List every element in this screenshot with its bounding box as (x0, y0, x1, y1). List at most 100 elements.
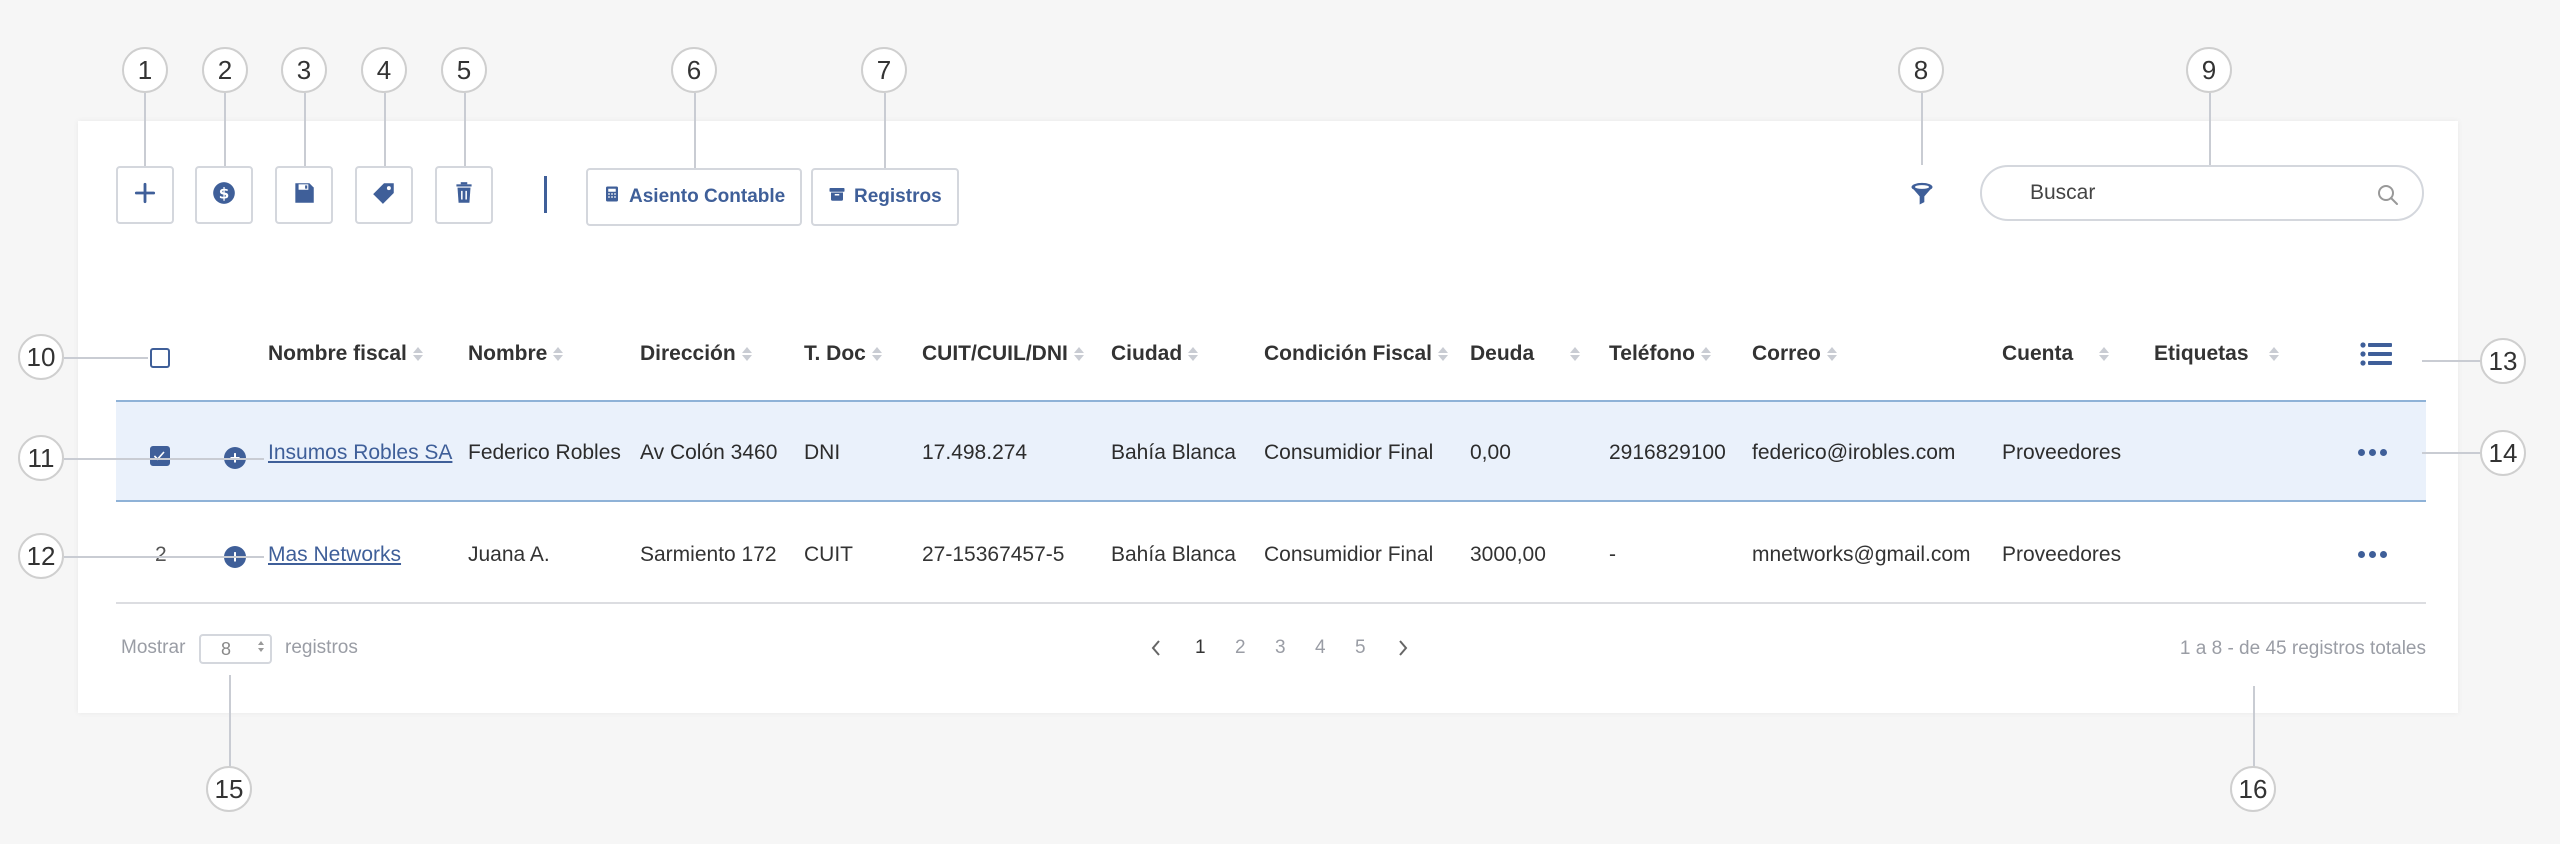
save-button[interactable] (275, 166, 333, 224)
callout-9: 9 (2186, 47, 2232, 93)
cell-nombre-fiscal[interactable]: Mas Networks (268, 543, 401, 567)
row-divider (116, 602, 2426, 604)
cell-direccion: Sarmiento 172 (640, 543, 777, 566)
callout-10: 10 (18, 334, 64, 380)
column-header-nombre-fiscal[interactable]: Nombre fiscal (268, 342, 423, 366)
sort-icon (1073, 347, 1084, 361)
cell-cuit: 27-15367457-5 (922, 543, 1065, 566)
cell-correo: federico@irobles.com (1752, 441, 1956, 464)
column-header-condicion-fiscal[interactable]: Condición Fiscal (1264, 342, 1449, 366)
sort-icon (1700, 347, 1711, 361)
sort-icon (553, 347, 564, 361)
delete-button[interactable] (435, 166, 493, 224)
asiento-contable-label: Asiento Contable (629, 186, 786, 207)
column-header-tdoc[interactable]: T. Doc (804, 342, 882, 366)
dollar-circle-icon: $ (211, 180, 237, 211)
prev-page-icon[interactable] (1150, 639, 1162, 662)
payment-button[interactable]: $ (195, 166, 253, 224)
sort-icon (1570, 347, 1581, 361)
search-box[interactable] (1980, 165, 2424, 221)
page-5[interactable]: 5 (1355, 637, 1366, 659)
cell-cuenta: Proveedores (2002, 543, 2122, 566)
column-header-ciudad[interactable]: Ciudad (1111, 342, 1199, 366)
cell-correo: mnetworks@gmail.com (1752, 543, 1971, 566)
page-size-stepper[interactable]: 8 (199, 634, 272, 664)
callout-1: 1 (122, 47, 168, 93)
row-checkbox[interactable] (150, 446, 170, 466)
trash-icon (451, 180, 477, 211)
cell-tdoc: CUIT (804, 543, 853, 566)
page-size-value: 8 (221, 638, 232, 659)
registros-button[interactable]: Registros (811, 168, 959, 226)
sort-icon (2268, 347, 2279, 361)
page-4[interactable]: 4 (1315, 637, 1326, 659)
show-label: Mostrar (121, 637, 186, 658)
filter-icon[interactable] (1908, 180, 1936, 208)
cell-deuda: 3000,00 (1470, 543, 1546, 566)
callout-6: 6 (671, 47, 717, 93)
cell-deuda: 0,00 (1470, 441, 1511, 464)
callout-2: 2 (202, 47, 248, 93)
select-all-checkbox[interactable] (150, 348, 170, 368)
calculator-icon (603, 185, 621, 209)
column-header-correo[interactable]: Correo (1752, 342, 1837, 366)
column-header-cuenta[interactable]: Cuenta (2002, 342, 2110, 366)
stepper-arrows-icon[interactable] (258, 641, 264, 652)
cell-cuenta: Proveedores (2002, 441, 2122, 464)
tag-button[interactable] (355, 166, 413, 224)
cell-condicion: Consumidior Final (1264, 543, 1434, 566)
cell-tdoc: DNI (804, 441, 841, 464)
sort-icon (871, 347, 882, 361)
row-more-options-icon[interactable] (2358, 551, 2387, 558)
cell-direccion: Av Colón 3460 (640, 441, 778, 464)
callout-12: 12 (18, 533, 64, 579)
column-header-nombre[interactable]: Nombre (468, 342, 564, 366)
cell-condicion: Consumidior Final (1264, 441, 1434, 464)
column-settings-list-icon[interactable] (2360, 342, 2392, 366)
add-button[interactable] (116, 166, 174, 224)
toolbar-divider (544, 176, 547, 213)
callout-4: 4 (361, 47, 407, 93)
cell-nombre: Juana A. (468, 543, 550, 566)
archive-box-icon (828, 185, 846, 209)
plus-icon (132, 180, 158, 211)
floppy-disk-icon (291, 180, 317, 211)
asiento-contable-button[interactable]: Asiento Contable (586, 168, 803, 226)
search-input[interactable] (2030, 181, 2350, 205)
callout-11: 11 (18, 435, 64, 481)
cell-nombre: Federico Robles (468, 441, 621, 464)
cell-cuit: 17.498.274 (922, 441, 1028, 464)
tag-icon (371, 180, 397, 211)
row-more-options-icon[interactable] (2358, 449, 2387, 456)
registros-label: Registros (854, 186, 942, 207)
sort-icon (1826, 347, 1837, 361)
row-index: 2 (155, 543, 167, 566)
next-page-icon[interactable] (1397, 639, 1409, 662)
callout-7: 7 (861, 47, 907, 93)
page-1[interactable]: 1 (1195, 637, 1206, 659)
callout-5: 5 (441, 47, 487, 93)
cell-ciudad: Bahía Blanca (1111, 543, 1236, 566)
cell-ciudad: Bahía Blanca (1111, 441, 1236, 464)
cell-nombre-fiscal[interactable]: Insumos Robles SA (268, 441, 452, 465)
svg-text:$: $ (219, 184, 230, 202)
callout-8: 8 (1898, 47, 1944, 93)
sort-icon (1188, 347, 1199, 361)
page-3[interactable]: 3 (1275, 637, 1286, 659)
column-header-deuda[interactable]: Deuda (1470, 342, 1581, 366)
page-2[interactable]: 2 (1235, 637, 1246, 659)
column-header-telefono[interactable]: Teléfono (1609, 342, 1711, 366)
callout-16: 16 (2230, 766, 2276, 812)
cell-telefono: 2916829100 (1609, 441, 1726, 464)
column-header-etiquetas[interactable]: Etiquetas (2154, 342, 2279, 366)
sort-icon (412, 347, 423, 361)
sort-icon (1438, 347, 1449, 361)
callout-14: 14 (2480, 430, 2526, 476)
callout-13: 13 (2480, 338, 2526, 384)
callout-3: 3 (281, 47, 327, 93)
column-header-cuit[interactable]: CUIT/CUIL/DNI (922, 342, 1084, 366)
sort-icon (2099, 347, 2110, 361)
total-records-text: 1 a 8 - de 45 registros totales (2179, 638, 2426, 659)
column-header-direccion[interactable]: Dirección (640, 342, 752, 366)
records-label: registros (285, 637, 358, 658)
